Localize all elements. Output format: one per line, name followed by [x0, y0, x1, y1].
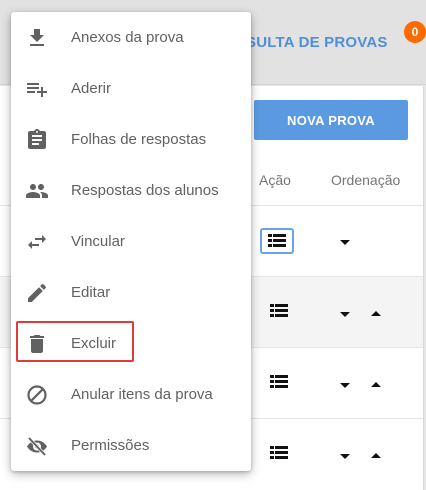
list-icon — [270, 375, 288, 388]
list-icon — [268, 234, 286, 247]
row-action-button[interactable] — [260, 228, 294, 254]
menu-item-vincular[interactable]: Vincular — [11, 216, 251, 267]
row-action-button[interactable] — [262, 369, 296, 395]
menu-item-respostas-alunos[interactable]: Respostas dos alunos — [11, 165, 251, 216]
row-action-button[interactable] — [262, 440, 296, 466]
new-exam-button[interactable]: NOVA PROVA — [254, 100, 408, 140]
move-up-arrow[interactable] — [371, 453, 381, 458]
menu-item-label: Anular itens da prova — [71, 386, 213, 403]
row-action-button[interactable] — [262, 298, 296, 324]
menu-item-editar[interactable]: Editar — [11, 267, 251, 318]
menu-item-label: Editar — [71, 284, 111, 301]
move-down-arrow[interactable] — [340, 240, 350, 245]
move-up-arrow[interactable] — [371, 382, 381, 387]
move-down-arrow[interactable] — [340, 312, 350, 317]
move-up-arrow[interactable] — [371, 311, 381, 316]
people-icon — [26, 184, 48, 198]
menu-item-label: Aderir — [71, 80, 112, 97]
list-icon — [270, 304, 288, 317]
menu-item-label: Respostas dos alunos — [71, 182, 219, 199]
swap-arrows-icon — [28, 235, 46, 249]
menu-item-folhas[interactable]: Folhas de respostas — [11, 114, 251, 165]
menu-item-anexos[interactable]: Anexos da prova — [11, 12, 251, 63]
menu-item-anular[interactable]: Anular itens da prova — [11, 369, 251, 420]
menu-item-label: Anexos da prova — [71, 29, 184, 46]
notification-badge[interactable]: 0 — [404, 21, 426, 43]
menu-item-label: Permissões — [71, 437, 150, 454]
context-menu: Anexos da prova Aderir Folhas de respost… — [11, 12, 251, 471]
list-icon — [270, 446, 288, 459]
menu-item-aderir[interactable]: Aderir — [11, 63, 251, 114]
menu-item-permissoes[interactable]: Permissões — [11, 420, 251, 471]
block-icon — [27, 385, 47, 405]
playlist-add-icon — [27, 83, 47, 97]
download-icon — [30, 29, 44, 46]
highlight-box — [16, 321, 134, 362]
menu-item-label: Folhas de respostas — [71, 131, 207, 148]
page-title: SULTA DE PROVAS — [246, 34, 388, 51]
eye-off-icon — [27, 436, 47, 457]
column-header-order[interactable]: Ordenação — [331, 172, 400, 188]
clipboard-list-icon — [28, 129, 46, 149]
move-down-arrow[interactable] — [340, 383, 350, 388]
move-down-arrow[interactable] — [340, 454, 350, 459]
menu-item-label: Vincular — [71, 233, 125, 250]
pencil-icon — [28, 283, 47, 302]
column-header-action: Ação — [259, 172, 291, 188]
